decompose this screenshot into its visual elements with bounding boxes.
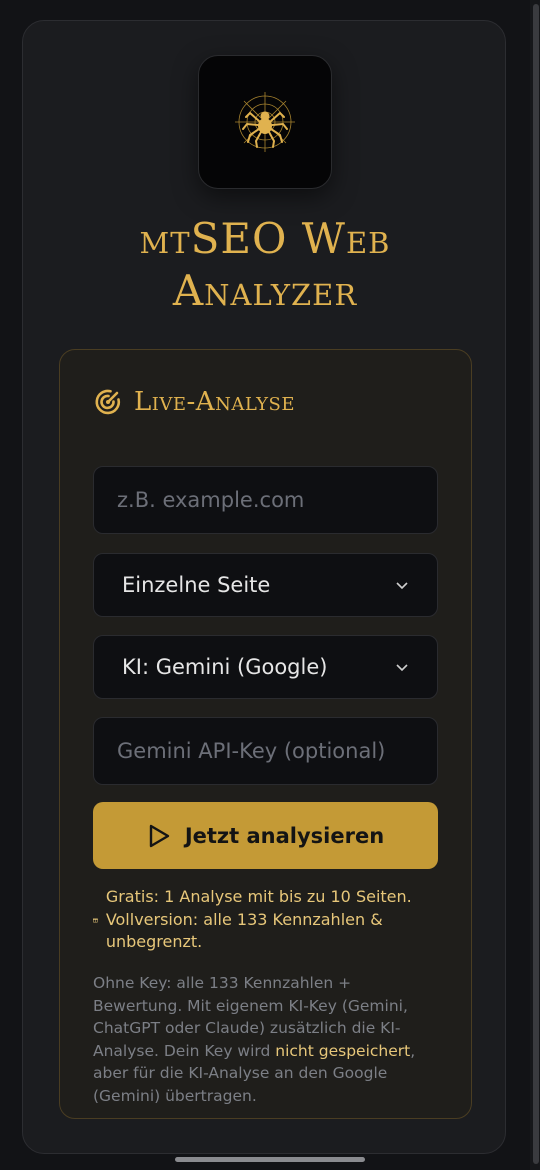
chevron-down-icon [396, 664, 408, 672]
app-logo [198, 55, 332, 189]
free-tier-note: Gratis: 1 Analyse mit bis zu 10 Seiten. … [93, 886, 438, 954]
play-icon [149, 824, 170, 847]
scope-select[interactable]: Einzelne Seite [93, 553, 438, 617]
scroll-thumb[interactable] [533, 4, 539, 1164]
main-card: mtSEO Web Analyzer Live-Analyse Einzelne… [22, 20, 506, 1154]
radar-icon [95, 389, 121, 415]
section-header: Live-Analyse [94, 386, 295, 418]
gift-icon [93, 918, 98, 923]
analyze-button[interactable]: Jetzt analysieren [93, 802, 438, 869]
url-input[interactable] [93, 466, 438, 534]
section-title: Live-Analyse [134, 387, 295, 417]
analyze-button-label: Jetzt analysieren [184, 823, 385, 848]
scope-select-value: Einzelne Seite [122, 573, 271, 597]
api-key-input[interactable] [93, 717, 438, 785]
ai-select-value: KI: Gemini (Google) [122, 655, 328, 679]
free-tier-text: Gratis: 1 Analyse mit bis zu 10 Seiten. … [105, 887, 412, 951]
ai-provider-select[interactable]: KI: Gemini (Google) [93, 635, 438, 699]
privacy-note: Ohne Key: alle 133 Kennzahlen + Bewertun… [93, 972, 438, 1107]
home-indicator[interactable] [175, 1157, 365, 1162]
analysis-panel: Live-Analyse Einzelne Seite KI: Gemini (… [59, 349, 472, 1119]
not-stored-highlight: nicht gespeichert [275, 1041, 411, 1060]
spider-web-icon [235, 92, 295, 152]
app-title: mtSEO Web Analyzer [139, 214, 391, 315]
scrollbar[interactable] [530, 0, 540, 1170]
chevron-down-icon [396, 582, 408, 590]
